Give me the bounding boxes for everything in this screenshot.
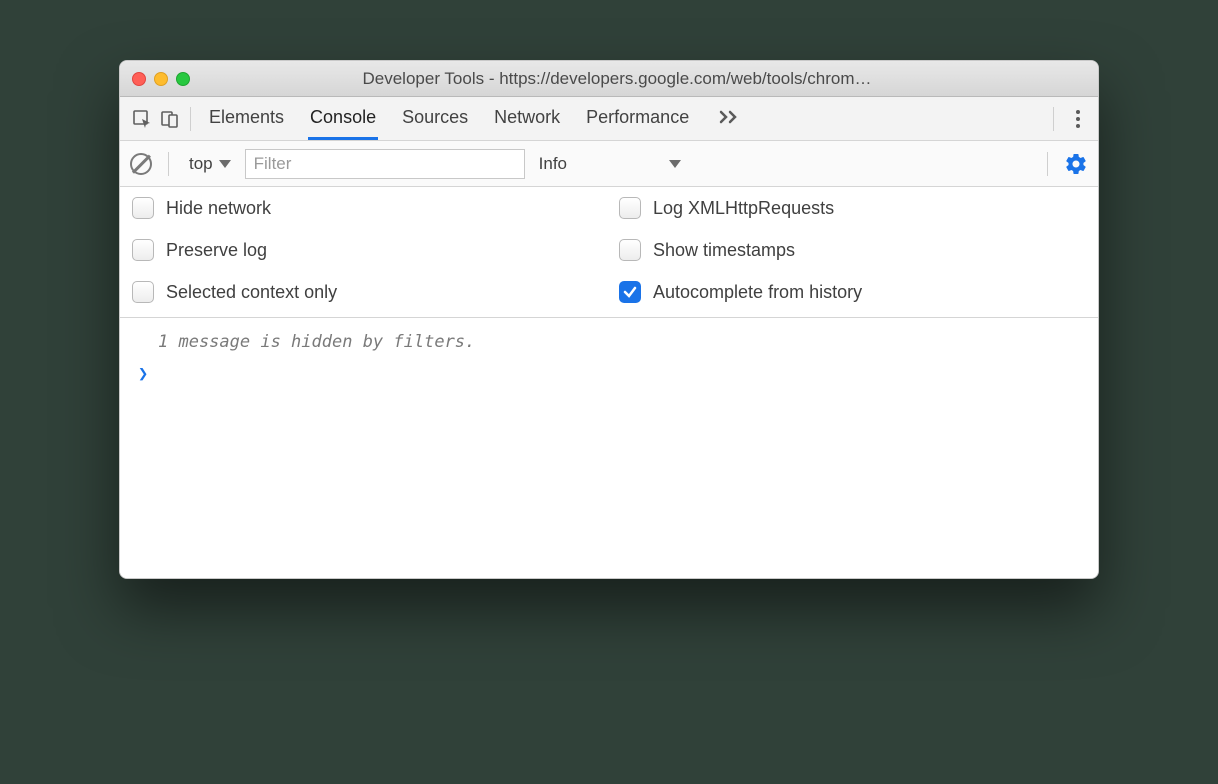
inspect-element-icon[interactable] xyxy=(128,105,156,133)
console-settings-icon[interactable] xyxy=(1064,152,1088,176)
device-toolbar-icon[interactable] xyxy=(156,105,184,133)
panel-tabs: Elements Console Sources Network Perform… xyxy=(207,97,745,140)
checkbox-autocomplete-history[interactable] xyxy=(619,281,641,303)
tab-sources[interactable]: Sources xyxy=(400,97,470,140)
checkbox-hide-network[interactable] xyxy=(132,197,154,219)
checkbox-preserve-log[interactable] xyxy=(132,239,154,261)
close-window-button[interactable] xyxy=(132,72,146,86)
setting-show-timestamps: Show timestamps xyxy=(619,239,1086,261)
tab-network[interactable]: Network xyxy=(492,97,562,140)
setting-hide-network: Hide network xyxy=(132,197,599,219)
filter-input[interactable] xyxy=(245,149,525,179)
setting-selected-context: Selected context only xyxy=(132,281,599,303)
setting-label[interactable]: Autocomplete from history xyxy=(653,282,862,303)
more-tabs-icon[interactable] xyxy=(713,108,745,129)
console-toolbar: top Info xyxy=(120,141,1098,187)
dropdown-icon xyxy=(219,160,231,168)
titlebar: Developer Tools - https://developers.goo… xyxy=(120,61,1098,97)
console-prompt[interactable]: ❯ xyxy=(132,352,1086,384)
checkbox-selected-context[interactable] xyxy=(132,281,154,303)
tab-elements[interactable]: Elements xyxy=(207,97,286,140)
checkbox-show-timestamps[interactable] xyxy=(619,239,641,261)
log-level-selector[interactable]: Info xyxy=(535,154,685,174)
checkbox-log-xhr[interactable] xyxy=(619,197,641,219)
tab-console[interactable]: Console xyxy=(308,97,378,140)
context-label: top xyxy=(189,154,213,174)
setting-preserve-log: Preserve log xyxy=(132,239,599,261)
setting-label[interactable]: Preserve log xyxy=(166,240,267,261)
minimize-window-button[interactable] xyxy=(154,72,168,86)
window-controls xyxy=(132,72,190,86)
tab-performance[interactable]: Performance xyxy=(584,97,691,140)
hidden-messages-notice: 1 message is hidden by filters. xyxy=(132,326,1086,352)
separator xyxy=(190,107,191,131)
more-options-icon[interactable] xyxy=(1066,110,1090,128)
console-output: 1 message is hidden by filters. ❯ xyxy=(120,318,1098,578)
clear-console-icon[interactable] xyxy=(130,153,152,175)
devtools-window: Developer Tools - https://developers.goo… xyxy=(119,60,1099,579)
setting-log-xhr: Log XMLHttpRequests xyxy=(619,197,1086,219)
dropdown-icon xyxy=(669,160,681,168)
setting-label[interactable]: Selected context only xyxy=(166,282,337,303)
setting-label[interactable]: Hide network xyxy=(166,198,271,219)
console-settings-panel: Hide network Log XMLHttpRequests Preserv… xyxy=(120,187,1098,318)
separator xyxy=(1047,152,1048,176)
maximize-window-button[interactable] xyxy=(176,72,190,86)
level-label: Info xyxy=(539,154,567,174)
separator xyxy=(1053,107,1054,131)
setting-autocomplete-history: Autocomplete from history xyxy=(619,281,1086,303)
main-tabbar: Elements Console Sources Network Perform… xyxy=(120,97,1098,141)
context-selector[interactable]: top xyxy=(185,154,235,174)
separator xyxy=(168,152,169,176)
setting-label[interactable]: Log XMLHttpRequests xyxy=(653,198,834,219)
window-title: Developer Tools - https://developers.goo… xyxy=(198,69,1086,89)
setting-label[interactable]: Show timestamps xyxy=(653,240,795,261)
